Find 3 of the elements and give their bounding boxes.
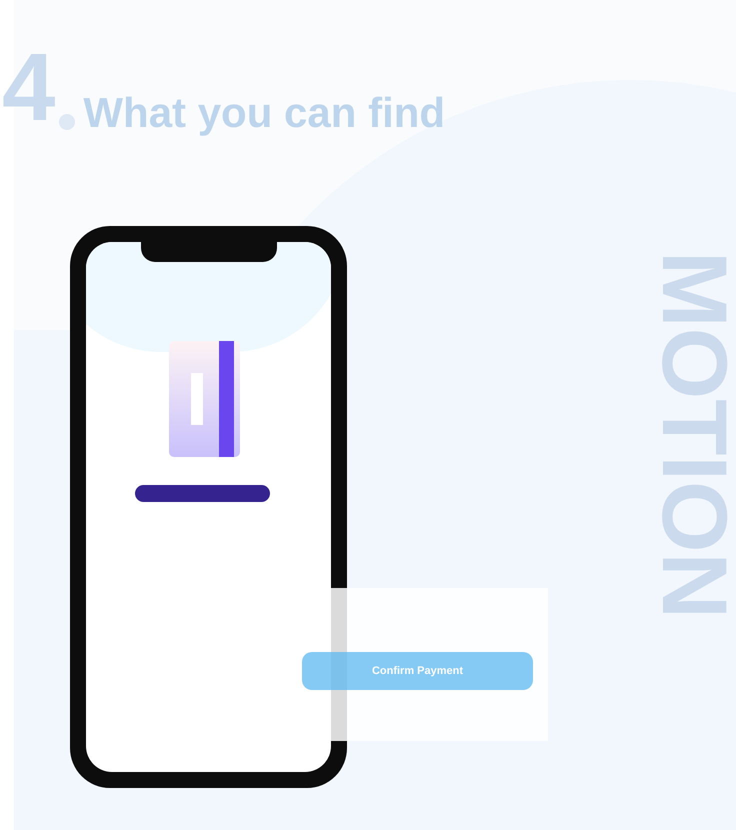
- confirm-payment-button[interactable]: Confirm Payment: [302, 652, 533, 690]
- section-title: What you can find: [83, 92, 446, 134]
- card-icon: [169, 341, 240, 457]
